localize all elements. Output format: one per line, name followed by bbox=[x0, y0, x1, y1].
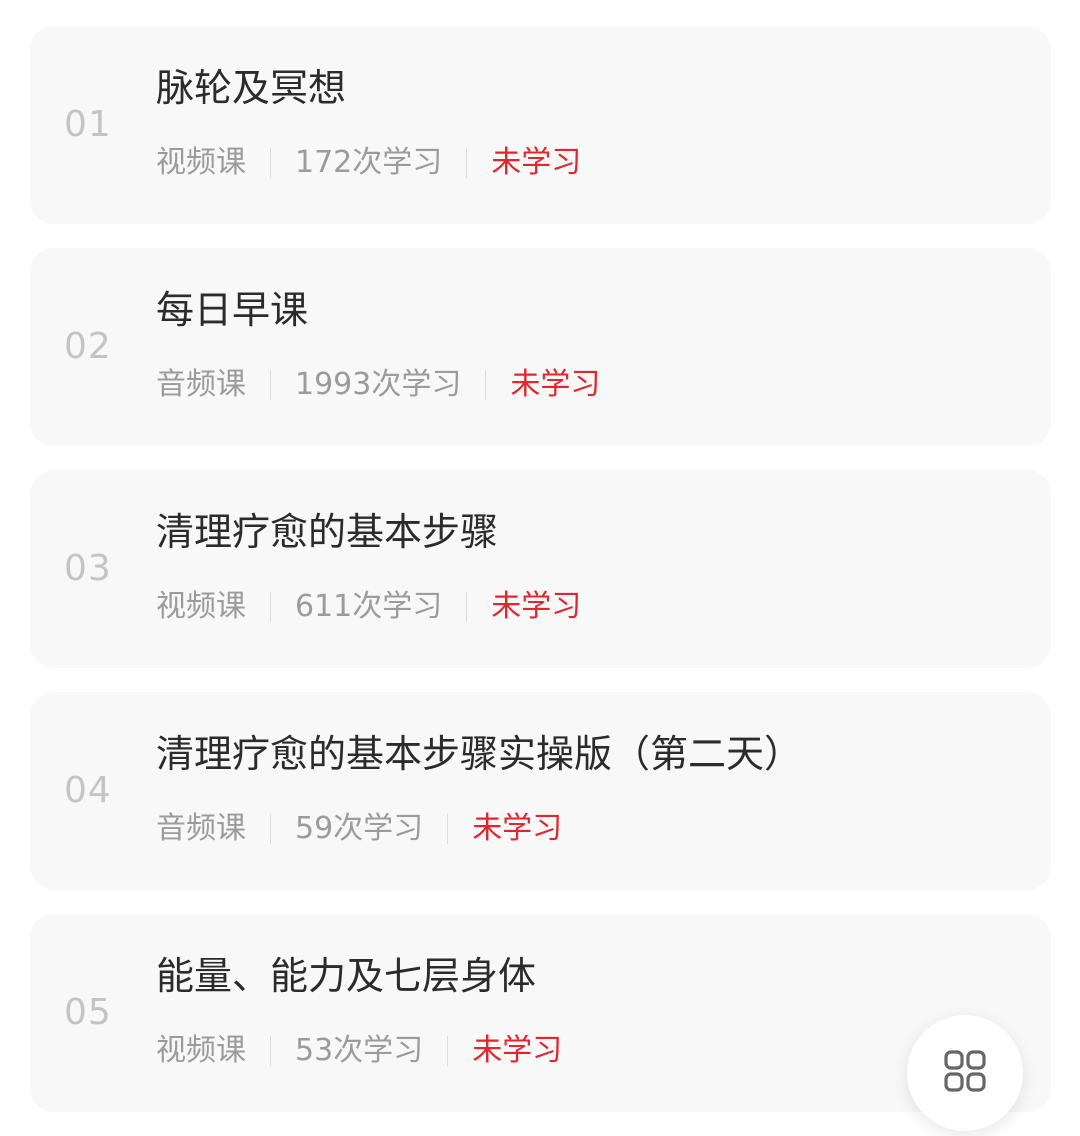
course-card[interactable]: 03 清理疗愈的基本步骤 视频课 611次学习 未学习 bbox=[30, 470, 1051, 668]
course-number: 05 bbox=[64, 992, 112, 1033]
course-card[interactable]: 01 脉轮及冥想 视频课 172次学习 未学习 bbox=[30, 26, 1051, 224]
course-type: 视频课 bbox=[156, 589, 246, 624]
meta-divider bbox=[270, 592, 271, 622]
study-count: 53次学习 bbox=[295, 1033, 424, 1068]
course-number: 03 bbox=[64, 548, 112, 589]
course-card[interactable]: 05 能量、能力及七层身体 视频课 53次学习 未学习 bbox=[30, 914, 1051, 1112]
course-type: 视频课 bbox=[156, 1033, 246, 1068]
meta-divider bbox=[270, 148, 271, 178]
course-meta: 视频课 53次学习 未学习 bbox=[156, 1031, 562, 1071]
study-status: 未学习 bbox=[510, 367, 601, 402]
meta-divider bbox=[485, 370, 487, 400]
menu-grid-button[interactable] bbox=[907, 1015, 1023, 1131]
meta-divider bbox=[447, 1036, 449, 1066]
meta-divider bbox=[270, 1036, 271, 1066]
course-meta: 视频课 172次学习 未学习 bbox=[156, 143, 581, 183]
course-title: 清理疗愈的基本步骤 bbox=[156, 510, 499, 554]
course-type: 音频课 bbox=[156, 367, 246, 402]
course-title: 脉轮及冥想 bbox=[156, 66, 347, 110]
course-title: 每日早课 bbox=[156, 288, 309, 332]
study-status: 未学习 bbox=[491, 589, 582, 624]
meta-divider bbox=[270, 370, 271, 400]
study-status: 未学习 bbox=[472, 811, 563, 846]
course-meta: 视频课 611次学习 未学习 bbox=[156, 587, 581, 627]
study-count: 1993次学习 bbox=[295, 367, 462, 402]
course-meta: 音频课 59次学习 未学习 bbox=[156, 809, 562, 849]
grid-icon bbox=[944, 1050, 986, 1096]
course-title: 能量、能力及七层身体 bbox=[156, 954, 537, 998]
meta-divider bbox=[466, 148, 468, 178]
course-number: 02 bbox=[64, 326, 112, 367]
meta-divider bbox=[270, 814, 271, 844]
course-number: 04 bbox=[64, 770, 112, 811]
course-title: 清理疗愈的基本步骤实操版（第二天） bbox=[156, 732, 803, 776]
course-type: 视频课 bbox=[156, 145, 246, 180]
course-meta: 音频课 1993次学习 未学习 bbox=[156, 365, 600, 405]
study-count: 172次学习 bbox=[295, 145, 443, 180]
course-number: 01 bbox=[64, 104, 112, 145]
study-count: 611次学习 bbox=[295, 589, 443, 624]
study-status: 未学习 bbox=[491, 145, 582, 180]
course-type: 音频课 bbox=[156, 811, 246, 846]
meta-divider bbox=[466, 592, 468, 622]
study-count: 59次学习 bbox=[295, 811, 424, 846]
course-card[interactable]: 02 每日早课 音频课 1993次学习 未学习 bbox=[30, 248, 1051, 446]
course-card[interactable]: 04 清理疗愈的基本步骤实操版（第二天） 音频课 59次学习 未学习 bbox=[30, 692, 1051, 890]
study-status: 未学习 bbox=[472, 1033, 563, 1068]
course-list: 01 脉轮及冥想 视频课 172次学习 未学习 02 每日早课 音频课 1993… bbox=[30, 26, 1051, 1136]
meta-divider bbox=[447, 814, 449, 844]
